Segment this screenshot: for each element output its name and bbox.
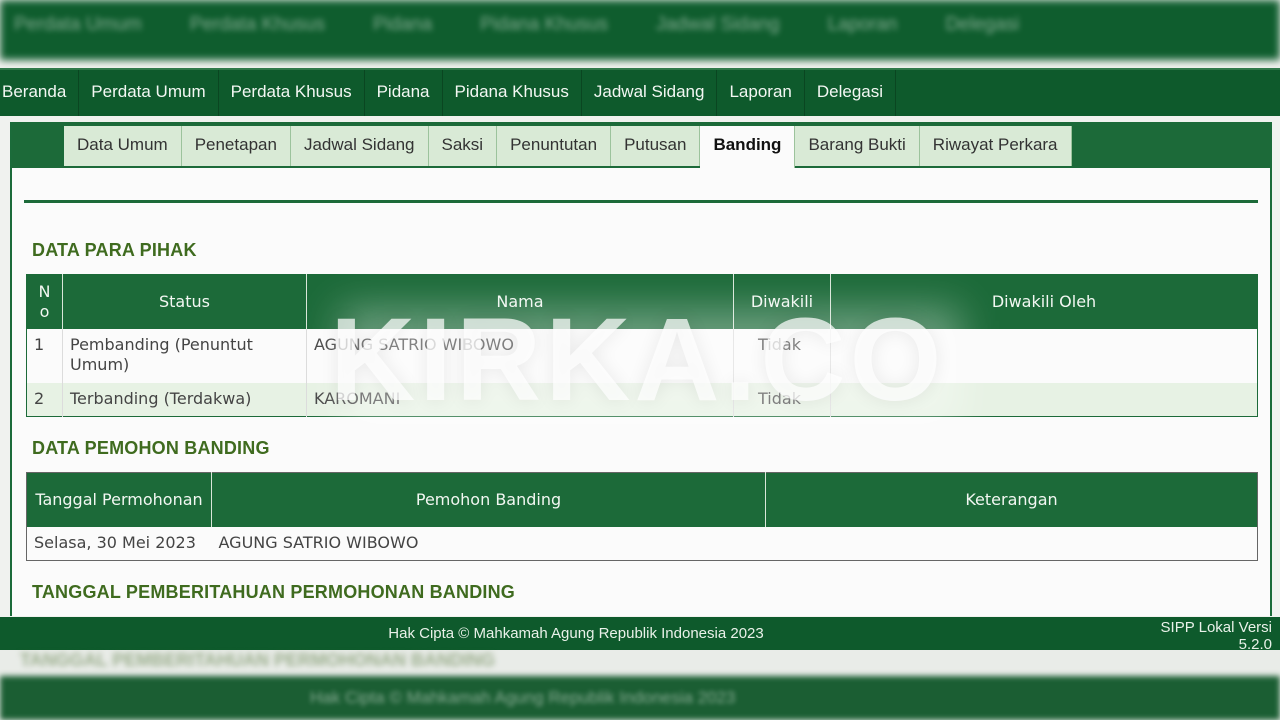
nav-item-delegasi[interactable]: Delegasi [805, 70, 897, 116]
column-header-tanggal-permohonan: Tanggal Permohonan [26, 472, 212, 527]
cell-pemohon-banding: AGUNG SATRIO WIBOWO [218, 532, 419, 552]
cell-status: Terbanding (Terdakwa) [62, 382, 307, 417]
section-title-para-pihak: DATA PARA PIHAK [32, 240, 197, 260]
section-title-pemberitahuan: TANGGAL PEMBERITAHUAN PERMOHONAN BANDING [32, 582, 515, 602]
column-header-keterangan: Keterangan [765, 472, 1258, 527]
bg-nav-item: Perdata Khusus [189, 14, 325, 35]
nav-item-laporan[interactable]: Laporan [717, 70, 805, 116]
footer-copyright: Hak Cipta © Mahkamah Agung Republik Indo… [388, 625, 764, 642]
pemohon-banding-table: Tanggal Permohonan Pemohon Banding Keter… [26, 472, 1258, 561]
tab-putusan[interactable]: Putusan [611, 126, 701, 166]
background-copyright-blurred: Hak Cipta © Mahkamah Agung Republik Indo… [310, 688, 736, 707]
nav-item-pidana[interactable]: Pidana [365, 70, 443, 116]
main-nav: Beranda Perdata Umum Perdata Khusus Pida… [0, 68, 1280, 116]
nav-item-perdata-umum[interactable]: Perdata Umum [79, 70, 219, 116]
column-header-no: No [26, 274, 63, 329]
nav-item-pidana-khusus[interactable]: Pidana Khusus [443, 70, 582, 116]
tab-jadwal-sidang[interactable]: Jadwal Sidang [290, 126, 429, 166]
cell-no: 1 [26, 328, 63, 383]
bg-nav-item: Perdata Umum [14, 14, 142, 35]
bg-nav-item: Pidana Khusus [480, 14, 608, 35]
cell-no: 2 [26, 382, 63, 417]
section-divider [24, 200, 1258, 203]
tab-bar: Data Umum Penetapan Jadwal Sidang Saksi … [12, 122, 1270, 168]
table-row: Selasa, 30 Mei 2023 AGUNG SATRIO WIBOWO [27, 527, 1258, 561]
nav-item-perdata-khusus[interactable]: Perdata Khusus [219, 70, 365, 116]
nav-item-jadwal-sidang[interactable]: Jadwal Sidang [582, 70, 718, 116]
tab-data-umum[interactable]: Data Umum [64, 126, 182, 166]
footer: Hak Cipta © Mahkamah Agung Republik Indo… [0, 617, 1280, 653]
tab-riwayat-perkara[interactable]: Riwayat Perkara [919, 126, 1072, 166]
bg-nav-item: Delegasi [945, 14, 1020, 35]
cell-status: Pembanding (Penuntut Umum) [62, 328, 307, 383]
cell-tanggal-permohonan: Selasa, 30 Mei 2023 [34, 532, 196, 552]
cell-keterangan [766, 527, 1258, 561]
bg-nav-item: Jadwal Sidang [655, 14, 780, 35]
column-header-pemohon-banding: Pemohon Banding [211, 472, 766, 527]
background-section-title-blurred: TANGGAL PEMBERITAHUAN PERMOHONAN BANDING [20, 650, 495, 670]
tab-saksi[interactable]: Saksi [428, 126, 498, 166]
bg-nav-item: Pidana [372, 14, 433, 35]
section-title-pemohon-banding: DATA PEMOHON BANDING [32, 438, 270, 458]
bg-nav-item: Laporan [827, 14, 898, 35]
tab-banding[interactable]: Banding [700, 126, 796, 168]
column-header-status: Status [62, 274, 307, 329]
tab-barang-bukti[interactable]: Barang Bukti [795, 126, 920, 166]
tab-penuntutan[interactable]: Penuntutan [497, 126, 612, 166]
version-label: SIPP Lokal Versi [1160, 619, 1272, 636]
footer-version: SIPP Lokal Versi 5.2.0 [1161, 619, 1272, 653]
nav-item-beranda[interactable]: Beranda [0, 70, 80, 116]
tab-penetapan[interactable]: Penetapan [181, 126, 291, 166]
background-nav-blurred: Perdata Umum Perdata Khusus Pidana Pidan… [0, 14, 1043, 36]
watermark-halo [340, 308, 960, 428]
